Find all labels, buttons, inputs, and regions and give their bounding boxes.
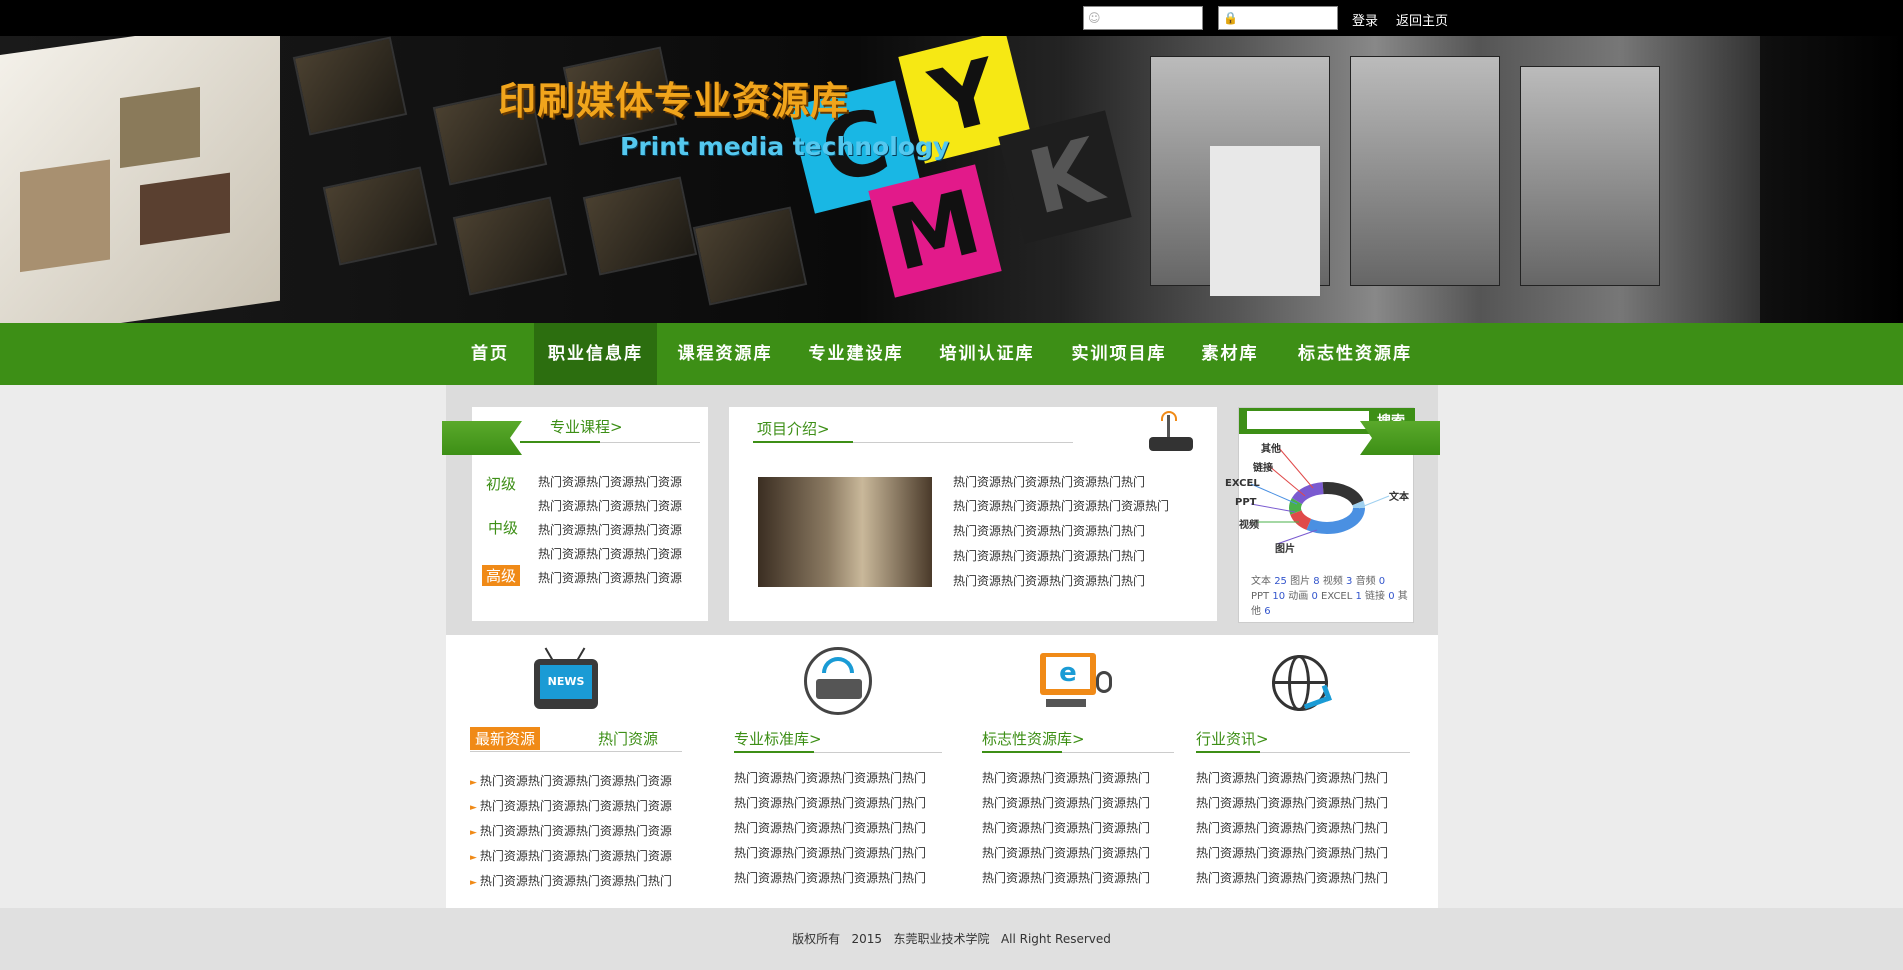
password-field[interactable] (1239, 9, 1333, 27)
project-title[interactable]: 项目介绍> (757, 418, 830, 439)
nav-item-career-info[interactable]: 职业信息库 (534, 323, 657, 385)
pie-label: PPT (1235, 497, 1257, 508)
course-row[interactable]: 热门资源热门资源热门资源 (538, 521, 682, 538)
project-image[interactable] (758, 477, 932, 587)
standards-row[interactable]: 热门资源热门资源热门资源热门热门 (734, 794, 926, 811)
resource-stats: 文本 25 图片 8 视频 3 音频 0 PPT 10 动画 0 EXCEL 1… (1251, 576, 1408, 617)
latest-row[interactable]: ► 热门资源热门资源热门资源热门资源 (470, 772, 672, 789)
keyboard-icon (804, 647, 874, 717)
main-content: 专业课程> 初级 中级 高级 热门资源热门资源热门资源 热门资源热门资源热门资源… (442, 385, 1440, 908)
level-advanced[interactable]: 高级 (482, 565, 521, 586)
standards-row[interactable]: 热门资源热门资源热门资源热门热门 (734, 869, 926, 886)
ribbon-right (1360, 421, 1440, 455)
pie-label: 其他 (1261, 444, 1281, 455)
project-row[interactable]: 热门资源热门资源热门资源热门热门 (953, 473, 1145, 490)
course-row[interactable]: 热门资源热门资源热门资源 (538, 545, 682, 562)
banner-title: 印刷媒体专业资源库 (498, 79, 850, 123)
industry-title[interactable]: 行业资讯> (1196, 728, 1269, 749)
project-panel: 项目介绍> 热门资源热门资源热门资源热门热门 热门资源热门资源热门资源热门资源热… (729, 407, 1217, 621)
landmark-title[interactable]: 标志性资源库> (982, 728, 1085, 749)
banner-subtitle: Print media technology (620, 132, 950, 161)
landmark-row[interactable]: 热门资源热门资源热门资源热门 (982, 869, 1150, 886)
industry-row[interactable]: 热门资源热门资源热门资源热门热门 (1196, 869, 1388, 886)
latest-row[interactable]: ► 热门资源热门资源热门资源热门资源 (470, 822, 672, 839)
latest-row[interactable]: ► 热门资源热门资源热门资源热门资源 (470, 797, 672, 814)
pie-label: 链接 (1253, 463, 1273, 474)
industry-row[interactable]: 热门资源热门资源热门资源热门热门 (1196, 844, 1388, 861)
nav-item-training-cert[interactable]: 培训认证库 (928, 323, 1046, 385)
level-beginner[interactable]: 初级 (486, 473, 516, 494)
router-icon (1147, 411, 1193, 455)
nav-item-materials[interactable]: 素材库 (1195, 323, 1265, 385)
nav-item-landmark-resources[interactable]: 标志性资源库 (1290, 323, 1420, 385)
footer: 版权所有 2015 东莞职业技术学院 All Right Reserved (0, 908, 1903, 970)
pie-label: EXCEL (1225, 478, 1260, 489)
ribbon-left (442, 421, 522, 455)
project-row[interactable]: 热门资源热门资源热门资源热门热门 (953, 522, 1145, 539)
landmark-row[interactable]: 热门资源热门资源热门资源热门 (982, 844, 1150, 861)
banner: C Y M K 印刷媒体专业资源库 Print media technology (0, 36, 1903, 323)
user-icon: ☺ (1088, 11, 1101, 25)
nav-item-course-resources[interactable]: 课程资源库 (666, 323, 784, 385)
course-row[interactable]: 热门资源热门资源热门资源 (538, 473, 682, 490)
top-bar: ☺ 🔒 登录 返回主页 (0, 0, 1903, 36)
pie-label: 文本 (1389, 492, 1409, 503)
standards-row[interactable]: 热门资源热门资源热门资源热门热门 (734, 769, 926, 786)
pie-label: 视频 (1239, 520, 1259, 531)
landmark-row[interactable]: 热门资源热门资源热门资源热门 (982, 794, 1150, 811)
course-title[interactable]: 专业课程> (550, 416, 623, 437)
standards-title[interactable]: 专业标准库> (734, 728, 822, 749)
news-tv-icon: NEWS (534, 647, 604, 717)
project-row[interactable]: 热门资源热门资源热门资源热门热门 (953, 547, 1145, 564)
industry-row[interactable]: 热门资源热门资源热门资源热门热门 (1196, 769, 1388, 786)
nav-item-practice-projects[interactable]: 实训项目库 (1060, 323, 1178, 385)
industry-row[interactable]: 热门资源热门资源热门资源热门热门 (1196, 819, 1388, 836)
standards-row[interactable]: 热门资源热门资源热门资源热门热门 (734, 819, 926, 836)
landmark-row[interactable]: 热门资源热门资源热门资源热门 (982, 819, 1150, 836)
copyright-text: 版权所有 2015 东莞职业技术学院 All Right Reserved (792, 932, 1111, 946)
username-input[interactable]: ☺ (1083, 6, 1203, 30)
latest-row[interactable]: ► 热门资源热门资源热门资源热门热门 (470, 872, 672, 889)
course-row[interactable]: 热门资源热门资源热门资源 (538, 497, 682, 514)
search-input[interactable] (1247, 411, 1369, 429)
lock-icon: 🔒 (1223, 11, 1238, 25)
home-link[interactable]: 返回主页 (1396, 10, 1448, 29)
latest-row[interactable]: ► 热门资源热门资源热门资源热门资源 (470, 847, 672, 864)
magazine-image (0, 36, 280, 323)
nav-item-home[interactable]: 首页 (460, 323, 520, 385)
username-field[interactable] (1104, 9, 1198, 27)
printing-press-image (1060, 36, 1760, 323)
main-nav: 首页 职业信息库 课程资源库 专业建设库 培训认证库 实训项目库 素材库 标志性… (0, 323, 1903, 385)
project-row[interactable]: 热门资源热门资源热门资源热门资源热门 (953, 497, 1169, 514)
standards-row[interactable]: 热门资源热门资源热门资源热门热门 (734, 844, 926, 861)
project-row[interactable]: 热门资源热门资源热门资源热门热门 (953, 572, 1145, 589)
pie-label: 图片 (1275, 544, 1295, 555)
industry-row[interactable]: 热门资源热门资源热门资源热门热门 (1196, 794, 1388, 811)
resource-pie-chart: 其他 链接 EXCEL PPT 视频 图片 文本 (1225, 436, 1413, 586)
course-row[interactable]: 热门资源热门资源热门资源 (538, 569, 682, 586)
globe-icon (1272, 655, 1342, 725)
nav-item-program-building[interactable]: 专业建设库 (797, 323, 915, 385)
login-link[interactable]: 登录 (1352, 10, 1378, 29)
landmark-row[interactable]: 热门资源热门资源热门资源热门 (982, 769, 1150, 786)
ie-computer-icon: e (1040, 653, 1112, 723)
tab-hot-resources[interactable]: 热门资源 (598, 728, 658, 749)
password-input[interactable]: 🔒 (1218, 6, 1338, 30)
tab-latest-resources[interactable]: 最新资源 (470, 727, 541, 750)
level-intermediate[interactable]: 中级 (488, 517, 518, 538)
